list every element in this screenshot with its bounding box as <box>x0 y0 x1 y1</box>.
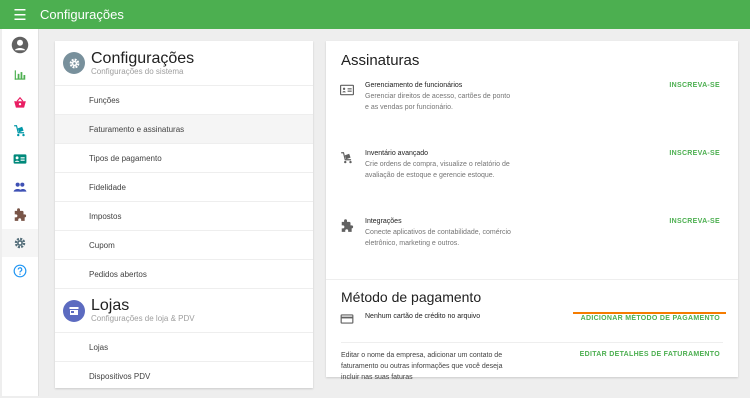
people-icon <box>13 182 27 192</box>
rail-item-account[interactable] <box>2 29 38 61</box>
subscription-desc: Conecte aplicativos de contabilidade, co… <box>365 229 511 247</box>
subscribe-button[interactable]: INSCREVA-SE <box>669 82 720 89</box>
rail-item-employees[interactable] <box>2 145 38 173</box>
account-icon <box>11 36 29 54</box>
settings-subtitle: Configurações do sistema <box>91 66 184 76</box>
credit-card-icon <box>340 314 354 324</box>
payment-card-row: Nenhum cartão de crédito no arquivo ADIC… <box>326 312 738 342</box>
rail-item-reports[interactable] <box>2 61 38 89</box>
nav-rail <box>2 29 39 396</box>
puzzle-icon <box>14 208 27 221</box>
menu-item-payment-types[interactable]: Tipos de pagamento <box>55 143 313 172</box>
rail-item-sales[interactable] <box>2 89 38 117</box>
puzzle-icon <box>341 219 354 232</box>
id-card-icon <box>340 84 354 96</box>
subscribe-button[interactable]: INSCREVA-SE <box>669 218 720 225</box>
gear-icon <box>63 52 85 74</box>
subscription-desc: Crie ordens de compra, visualize o relat… <box>365 161 510 179</box>
focus-underline <box>573 312 726 314</box>
menu-item-coupon[interactable]: Cupom <box>55 230 313 259</box>
menu-icon[interactable]: ☰ <box>0 0 40 29</box>
page-title: Configurações <box>40 7 124 22</box>
billing-details-row: Editar o nome da empresa, adicionar um c… <box>326 343 738 383</box>
settings-title: Configurações <box>91 49 195 67</box>
rail-item-integrations[interactable] <box>2 201 38 229</box>
basket-icon <box>14 96 26 108</box>
billing-card: Assinaturas Gerenciamento de funcionário… <box>326 41 738 381</box>
top-app-bar: ☰ Configurações <box>0 0 750 29</box>
menu-item-billing[interactable]: Faturamento e assinaturas <box>55 114 313 143</box>
cart-icon <box>14 125 25 137</box>
stores-title: Lojas <box>91 297 130 314</box>
rail-item-settings[interactable] <box>2 229 38 257</box>
menu-item-loyalty[interactable]: Fidelidade <box>55 172 313 201</box>
stores-section-header: Lojas Configurações de loja & PDV <box>55 288 313 332</box>
settings-menu-card: Configurações Configurações do sistema F… <box>55 41 313 388</box>
menu-item-stores[interactable]: Lojas <box>55 332 313 361</box>
subscription-row-employees: Gerenciamento de funcionários Gerenciar … <box>326 81 738 149</box>
gear-icon <box>14 237 26 249</box>
bar-chart-icon <box>14 70 26 80</box>
payment-method-title: Método de pagamento <box>341 289 482 305</box>
store-icon <box>63 299 85 322</box>
menu-item-taxes[interactable]: Impostos <box>55 201 313 230</box>
edit-billing-details-button[interactable]: EDITAR DETALHES DE FATURAMENTO <box>580 351 720 358</box>
cart-icon <box>341 152 352 164</box>
billing-details-text: Editar o nome da empresa, adicionar um c… <box>341 352 503 381</box>
subscription-row-inventory: Inventário avançado Crie ordens de compr… <box>326 149 738 217</box>
settings-section-header: Configurações Configurações do sistema <box>55 41 313 85</box>
add-payment-method-button[interactable]: ADICIONAR MÉTODO DE PAGAMENTO <box>581 315 720 322</box>
help-icon <box>13 264 27 278</box>
menu-item-pos-devices[interactable]: Dispositivos PDV <box>55 361 313 390</box>
subscriptions-title: Assinaturas <box>341 52 420 69</box>
menu-item-open-orders[interactable]: Pedidos abertos <box>55 259 313 288</box>
id-card-icon <box>13 154 27 164</box>
menu-item-functions[interactable]: Funções <box>55 85 313 114</box>
subscription-desc: Gerenciar direitos de acesso, cartões de… <box>365 93 511 111</box>
subscription-row-integrations: Integrações Conecte aplicativos de conta… <box>326 217 738 279</box>
subscribe-button[interactable]: INSCREVA-SE <box>669 150 720 157</box>
stores-subtitle: Configurações de loja & PDV <box>91 314 195 323</box>
rail-item-items[interactable] <box>2 117 38 145</box>
rail-item-help[interactable] <box>2 257 38 285</box>
rail-item-customers[interactable] <box>2 173 38 201</box>
